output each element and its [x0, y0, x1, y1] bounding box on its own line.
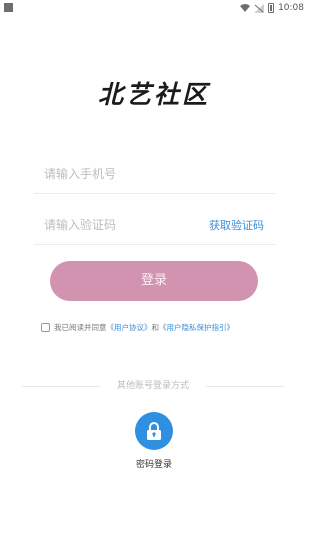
signal-icon	[254, 3, 265, 13]
divider-line-right	[206, 386, 284, 387]
password-login-option[interactable]: 密码登录	[130, 412, 178, 470]
lock-icon	[147, 422, 161, 440]
wifi-icon	[240, 4, 251, 12]
get-code-button[interactable]: 获取验证码	[209, 217, 264, 233]
status-time: 10:08	[278, 3, 304, 13]
battery-icon	[268, 3, 275, 13]
status-bar: 10:08	[0, 0, 308, 16]
agreement-checkbox[interactable]	[41, 322, 50, 332]
phone-input[interactable]	[44, 157, 204, 191]
phone-field[interactable]	[34, 157, 276, 194]
agreement-and: 和	[151, 322, 160, 332]
status-indicators: 10:08	[240, 1, 304, 15]
user-agreement-link[interactable]: 《用户协议》	[107, 322, 152, 333]
privacy-policy-link[interactable]: 《用户隐私保护指引》	[159, 322, 234, 333]
password-login-button[interactable]	[135, 412, 173, 450]
app-logo: 北艺社区	[97, 80, 210, 109]
notification-icon	[4, 3, 13, 12]
code-input[interactable]	[44, 208, 204, 242]
login-button[interactable]: 登录	[50, 261, 258, 301]
code-field[interactable]: 获取验证码	[34, 208, 276, 245]
password-login-label: 密码登录	[135, 460, 172, 470]
agreement-row: 我已阅读并同意 《用户协议》 和 《用户隐私保护指引》	[41, 321, 234, 333]
other-login-divider: 其他账号登录方式	[22, 379, 284, 393]
agreement-prefix: 我已阅读并同意	[54, 322, 107, 332]
